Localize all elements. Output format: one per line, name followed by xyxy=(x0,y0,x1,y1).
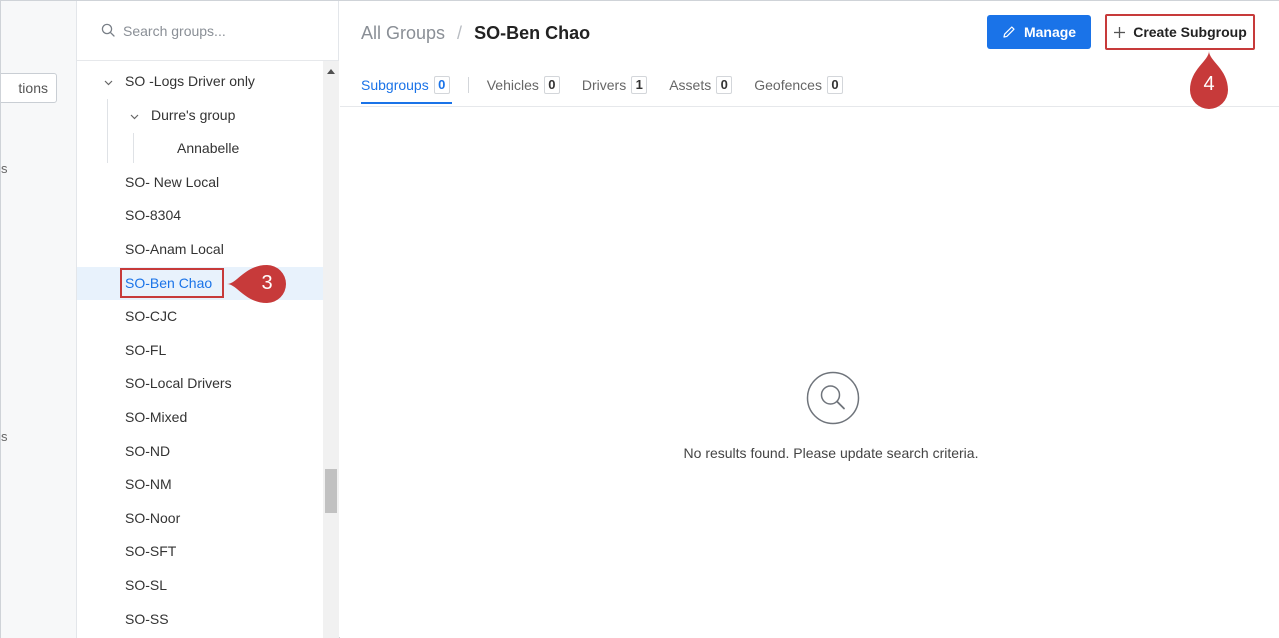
tree-item-label: SO-SFT xyxy=(125,543,177,560)
tree-item-so-8304[interactable]: SO-8304 xyxy=(77,199,323,233)
tree-item-label: SO-8304 xyxy=(125,207,182,224)
app-window: tions s s SO -Logs Driver only Durre's g… xyxy=(0,0,1279,638)
tree-item-so-anam-local[interactable]: SO-Anam Local xyxy=(77,233,323,267)
search-icon xyxy=(101,23,115,37)
tab-count-badge: 1 xyxy=(631,76,648,94)
tree-item-label: SO-CJC xyxy=(125,308,178,325)
chevron-down-icon[interactable] xyxy=(130,112,139,121)
tree-item-label: SO-NM xyxy=(125,476,172,493)
nav-label-fragment: s xyxy=(1,429,8,444)
tab-label: Vehicles xyxy=(486,77,539,93)
nav-label-fragment: s xyxy=(1,161,8,176)
annotation-callout-3: 3 xyxy=(225,263,293,305)
tree-item-label: Durre's group xyxy=(151,106,236,123)
tab-geofences[interactable]: Geofences 0 xyxy=(754,73,843,97)
tab-divider xyxy=(467,77,469,93)
tree-item-label: SO-SL xyxy=(125,576,168,593)
search-groups-input[interactable] xyxy=(123,19,323,43)
manage-button-label: Manage xyxy=(1023,24,1077,40)
tree-scrollbar[interactable] xyxy=(323,61,339,638)
tab-label: Geofences xyxy=(754,77,822,93)
tree-item-durres-group[interactable]: Durre's group xyxy=(77,99,323,133)
tree-item-so-cjc[interactable]: SO-CJC xyxy=(77,300,323,334)
tree-item-label: SO-ND xyxy=(125,442,171,459)
tab-label: Drivers xyxy=(581,77,627,93)
tree-item-so-mixed[interactable]: SO-Mixed xyxy=(77,401,323,435)
tree-item-label: SO-FL xyxy=(125,341,167,358)
tree-item-label: SO- New Local xyxy=(125,173,220,190)
tree-item-label: SO-Mixed xyxy=(125,408,188,425)
magnifier-icon xyxy=(806,371,860,425)
tree-item-so-sl[interactable]: SO-SL xyxy=(77,569,323,603)
tab-vehicles[interactable]: Vehicles 0 xyxy=(487,73,560,97)
annotation-step-number: 4 xyxy=(1203,73,1215,95)
tab-count-badge: 0 xyxy=(433,76,450,94)
tab-assets[interactable]: Assets 0 xyxy=(669,73,733,97)
breadcrumb-separator: / xyxy=(457,23,463,43)
scrollbar-thumb[interactable] xyxy=(325,469,337,513)
tree-item-so-noor[interactable]: SO-Noor xyxy=(77,502,323,536)
breadcrumb-all-groups[interactable]: All Groups xyxy=(361,23,445,43)
tree-item-label: SO-Local Drivers xyxy=(125,375,232,392)
group-detail-panel: All Groups / SO-Ben Chao Manage Create Sub… xyxy=(340,1,1279,638)
side-nav: tions s s xyxy=(1,1,77,638)
manage-button[interactable]: Manage xyxy=(987,15,1091,49)
create-subgroup-label: Create Subgroup xyxy=(1133,24,1247,40)
breadcrumb: All Groups / SO-Ben Chao xyxy=(361,23,590,44)
tree-item-so-nd[interactable]: SO-ND xyxy=(77,435,323,469)
tree-item-label: SO-SS xyxy=(125,610,169,627)
annotation-callout-4: 4 xyxy=(1187,49,1231,113)
empty-state-message: No results found. Please update search c… xyxy=(683,445,979,461)
tree-item-label: SO-Noor xyxy=(125,509,181,526)
tree-item-label: SO -Logs Driver only xyxy=(125,73,255,89)
group-tree: SO -Logs Driver only Durre's group Annab… xyxy=(77,65,323,636)
actions-button[interactable]: tions xyxy=(1,73,57,103)
tree-item-so-sft[interactable]: SO-SFT xyxy=(77,535,323,569)
group-search xyxy=(77,1,338,61)
detail-header: All Groups / SO-Ben Chao Manage Create Sub… xyxy=(340,1,1279,107)
breadcrumb-current-group: SO-Ben Chao xyxy=(474,23,591,43)
tree-item-so-local-drivers[interactable]: SO-Local Drivers xyxy=(77,367,323,401)
pencil-icon xyxy=(1003,26,1015,38)
tree-item-label: SO-Anam Local xyxy=(125,240,224,257)
tree-item-so-ss[interactable]: SO-SS xyxy=(77,603,323,637)
tree-item-so-fl[interactable]: SO-FL xyxy=(77,334,323,368)
tree-item-so-nm[interactable]: SO-NM xyxy=(77,468,323,502)
tree-item-annabelle[interactable]: Annabelle xyxy=(77,132,323,166)
tab-label: Assets xyxy=(669,77,712,93)
scroll-up-arrow-icon[interactable] xyxy=(327,69,335,74)
chevron-down-icon[interactable] xyxy=(104,78,113,87)
annotation-highlight-box xyxy=(120,268,224,298)
tab-count-badge: 0 xyxy=(826,76,843,94)
tab-label: Subgroups xyxy=(361,77,429,93)
tab-count-badge: 0 xyxy=(716,76,733,94)
create-subgroup-button[interactable]: Create Subgroup xyxy=(1105,14,1255,50)
tab-subgroups[interactable]: Subgroups 0 xyxy=(361,73,450,97)
tree-item-so-new-local[interactable]: SO- New Local xyxy=(77,166,323,200)
tree-item-label: Annabelle xyxy=(177,140,240,157)
active-tab-indicator xyxy=(361,102,452,104)
tab-drivers[interactable]: Drivers 1 xyxy=(581,73,648,97)
group-tree-panel: SO -Logs Driver only Durre's group Annab… xyxy=(77,1,339,638)
tree-item-so-logs-driver-only[interactable]: SO -Logs Driver only xyxy=(77,65,323,99)
plus-icon xyxy=(1114,26,1126,38)
annotation-step-number: 3 xyxy=(261,272,273,294)
tab-count-badge: 0 xyxy=(543,76,560,94)
